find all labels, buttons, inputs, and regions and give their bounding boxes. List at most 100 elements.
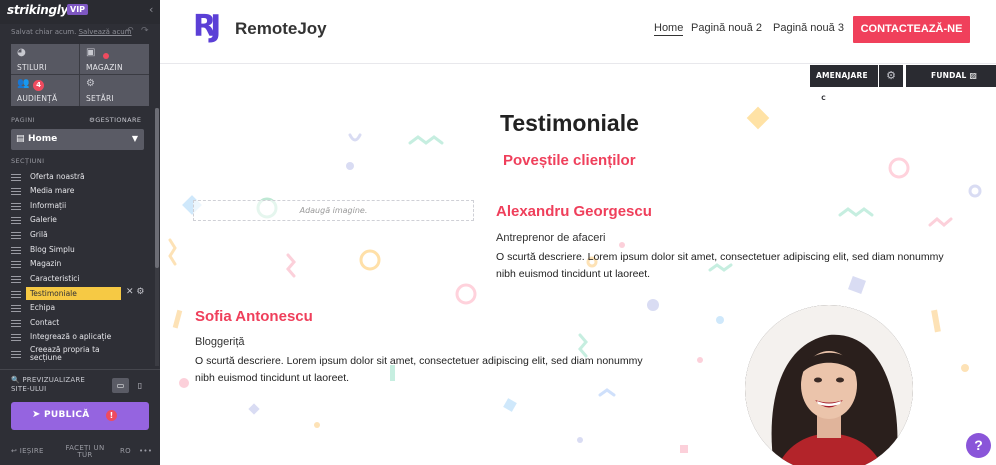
undo-icon[interactable]: ↶ <box>126 26 134 36</box>
current-page-name: Home <box>28 134 58 144</box>
vip-badge: VIP <box>67 4 89 15</box>
section-label: Galerie <box>30 215 57 224</box>
publish-label: PUBLICĂ <box>44 410 90 420</box>
image-icon: ▨ <box>969 71 978 80</box>
drag-handle-icon[interactable] <box>11 203 21 210</box>
nav-link-page-3[interactable]: Pagină nouă 3 <box>773 22 844 34</box>
contact-us-button[interactable]: CONTACTEAZĂ-NE <box>853 16 970 43</box>
layout-button[interactable]: AMENAJARE C <box>810 65 878 103</box>
audience-button[interactable]: 👥 4 AUDIENȚĂ <box>11 75 80 106</box>
site-preview: RJ RemoteJoy Home Pagină nouă 2 Pagină n… <box>160 0 996 465</box>
language-selector[interactable]: RO <box>120 447 131 455</box>
page-selector[interactable]: ▤ Home ▼ <box>11 129 144 150</box>
sidebar-header: strikingly VIP ‹ <box>0 0 160 24</box>
settings-button[interactable]: ⚙ SETĂRI <box>80 75 149 106</box>
drag-handle-icon[interactable] <box>11 217 21 224</box>
delete-section-icon[interactable]: ✕ <box>126 287 134 297</box>
section-label: Oferta noastră <box>30 172 85 181</box>
store-button[interactable]: ▣ MAGAZIN <box>80 44 149 75</box>
section-label: Magazin <box>30 259 62 268</box>
section-label: Echipa <box>30 303 56 312</box>
section-item[interactable]: Media mare <box>11 184 151 198</box>
audience-label: AUDIENȚĂ <box>17 94 58 103</box>
section-item[interactable]: Contact <box>11 316 151 330</box>
section-item[interactable]: Blog Simplu <box>11 243 151 257</box>
desktop-preview-icon[interactable]: ▭ <box>112 378 129 393</box>
section-settings-icon[interactable]: ⚙ <box>136 287 144 297</box>
gear-icon: ⚙ <box>86 78 95 89</box>
section-item[interactable]: Echipa <box>11 301 151 315</box>
drag-handle-icon[interactable] <box>11 334 21 341</box>
preview-label: PREVIZUALIZARE SITE-ULUI <box>11 376 86 393</box>
portrait-image <box>745 305 913 465</box>
section-tools: ✕ ⚙ <box>126 287 145 297</box>
drag-handle-icon[interactable] <box>11 232 21 239</box>
layout-label: AMENAJARE <box>816 71 868 80</box>
section-item[interactable]: Magazin <box>11 257 151 271</box>
testimonial-name[interactable]: Sofia Antonescu <box>195 308 313 325</box>
testimonial-description[interactable]: O scurtă descriere. Lorem ipsum dolor si… <box>496 249 956 283</box>
section-item[interactable]: Galerie <box>11 213 151 227</box>
strikingly-logo: strikingly <box>7 3 69 17</box>
testimonial-role[interactable]: Bloggeriță <box>195 336 245 348</box>
background-button[interactable]: FUNDAL ▨ <box>906 65 996 87</box>
section-item[interactable]: Informații <box>11 199 151 213</box>
nav-link-home[interactable]: Home <box>654 22 684 36</box>
section-item[interactable]: Integrează o aplicație <box>11 330 151 344</box>
testimonial-description[interactable]: O scurtă descriere. Lorem ipsum dolor si… <box>195 353 650 387</box>
section-settings-gear-icon[interactable]: ⚙ <box>879 65 903 87</box>
help-button[interactable]: ? <box>966 433 991 458</box>
section-item-active[interactable]: Testimoniale ✕ ⚙ <box>11 287 151 301</box>
drag-handle-icon[interactable] <box>11 320 21 327</box>
section-item[interactable]: Caracteristici <box>11 272 151 286</box>
testimonial-role[interactable]: Antreprenor de afaceri <box>496 232 605 244</box>
drag-handle-icon[interactable] <box>11 276 21 283</box>
sidebar-scrollbar[interactable] <box>155 108 159 366</box>
section-item[interactable]: Oferta noastră <box>11 170 151 184</box>
rocket-icon: ➤ <box>32 409 41 420</box>
drag-handle-icon[interactable] <box>11 351 21 358</box>
section-label: Integrează o aplicație <box>30 332 112 341</box>
section-subtitle[interactable]: Poveștile clienților <box>503 152 636 169</box>
sections-heading: SECȚIUNI <box>11 157 45 165</box>
mobile-preview-icon[interactable]: ▯ <box>134 378 146 393</box>
page-icon: ▤ <box>16 134 25 144</box>
preview-site-link[interactable]: 🔍 PREVIZUALIZARE SITE-ULUI <box>11 376 106 394</box>
section-item[interactable]: Grilă <box>11 228 151 242</box>
drag-handle-icon[interactable] <box>11 305 21 312</box>
nav-link-page-2[interactable]: Pagină nouă 2 <box>691 22 762 34</box>
add-image-placeholder[interactable]: Adaugă imagine. <box>193 200 474 221</box>
section-label: Caracteristici <box>30 274 80 283</box>
exit-button[interactable]: ↩ IEȘIRE <box>11 447 44 455</box>
bag-icon: ▣ <box>86 47 96 58</box>
sidebar-scroll-thumb[interactable] <box>155 108 159 268</box>
section-label: Contact <box>30 318 60 327</box>
site-name[interactable]: RemoteJoy <box>235 19 327 39</box>
section-label: Testimoniale <box>26 287 121 300</box>
drag-handle-icon[interactable] <box>11 247 21 254</box>
redo-icon[interactable]: ↷ <box>141 26 149 36</box>
saved-text: Salvat chiar acum. <box>11 28 77 36</box>
drag-handle-icon[interactable] <box>11 291 21 298</box>
manage-label: GESTIONARE <box>95 116 142 124</box>
styles-button[interactable]: ◕ STILURI <box>11 44 80 75</box>
palette-icon: ◕ <box>17 47 26 58</box>
section-title[interactable]: Testimoniale <box>500 110 639 137</box>
section-label: Blog Simplu <box>30 245 75 254</box>
manage-pages-link[interactable]: ⚙GESTIONARE <box>89 116 141 124</box>
more-options-icon[interactable]: ••• <box>139 447 152 455</box>
testimonial-photo[interactable] <box>745 305 913 465</box>
section-item[interactable]: Creează propria ta secțiune <box>11 346 151 362</box>
styles-label: STILURI <box>17 63 47 72</box>
testimonial-name[interactable]: Alexandru Georgescu <box>496 203 652 220</box>
drag-handle-icon[interactable] <box>11 188 21 195</box>
publish-button[interactable]: ➤ PUBLICĂ ! <box>11 402 149 430</box>
drag-handle-icon[interactable] <box>11 261 21 268</box>
site-logo[interactable]: RJ <box>193 9 221 44</box>
collapse-sidebar-icon[interactable]: ‹ <box>149 3 153 16</box>
save-status: Salvat chiar acum. Salvează acum <box>11 28 132 36</box>
take-tour-button[interactable]: FACEȚI UN TUR <box>60 445 110 459</box>
people-icon: 👥 <box>17 78 30 89</box>
drag-handle-icon[interactable] <box>11 174 21 181</box>
save-now-link[interactable]: Salvează acum <box>79 28 132 36</box>
